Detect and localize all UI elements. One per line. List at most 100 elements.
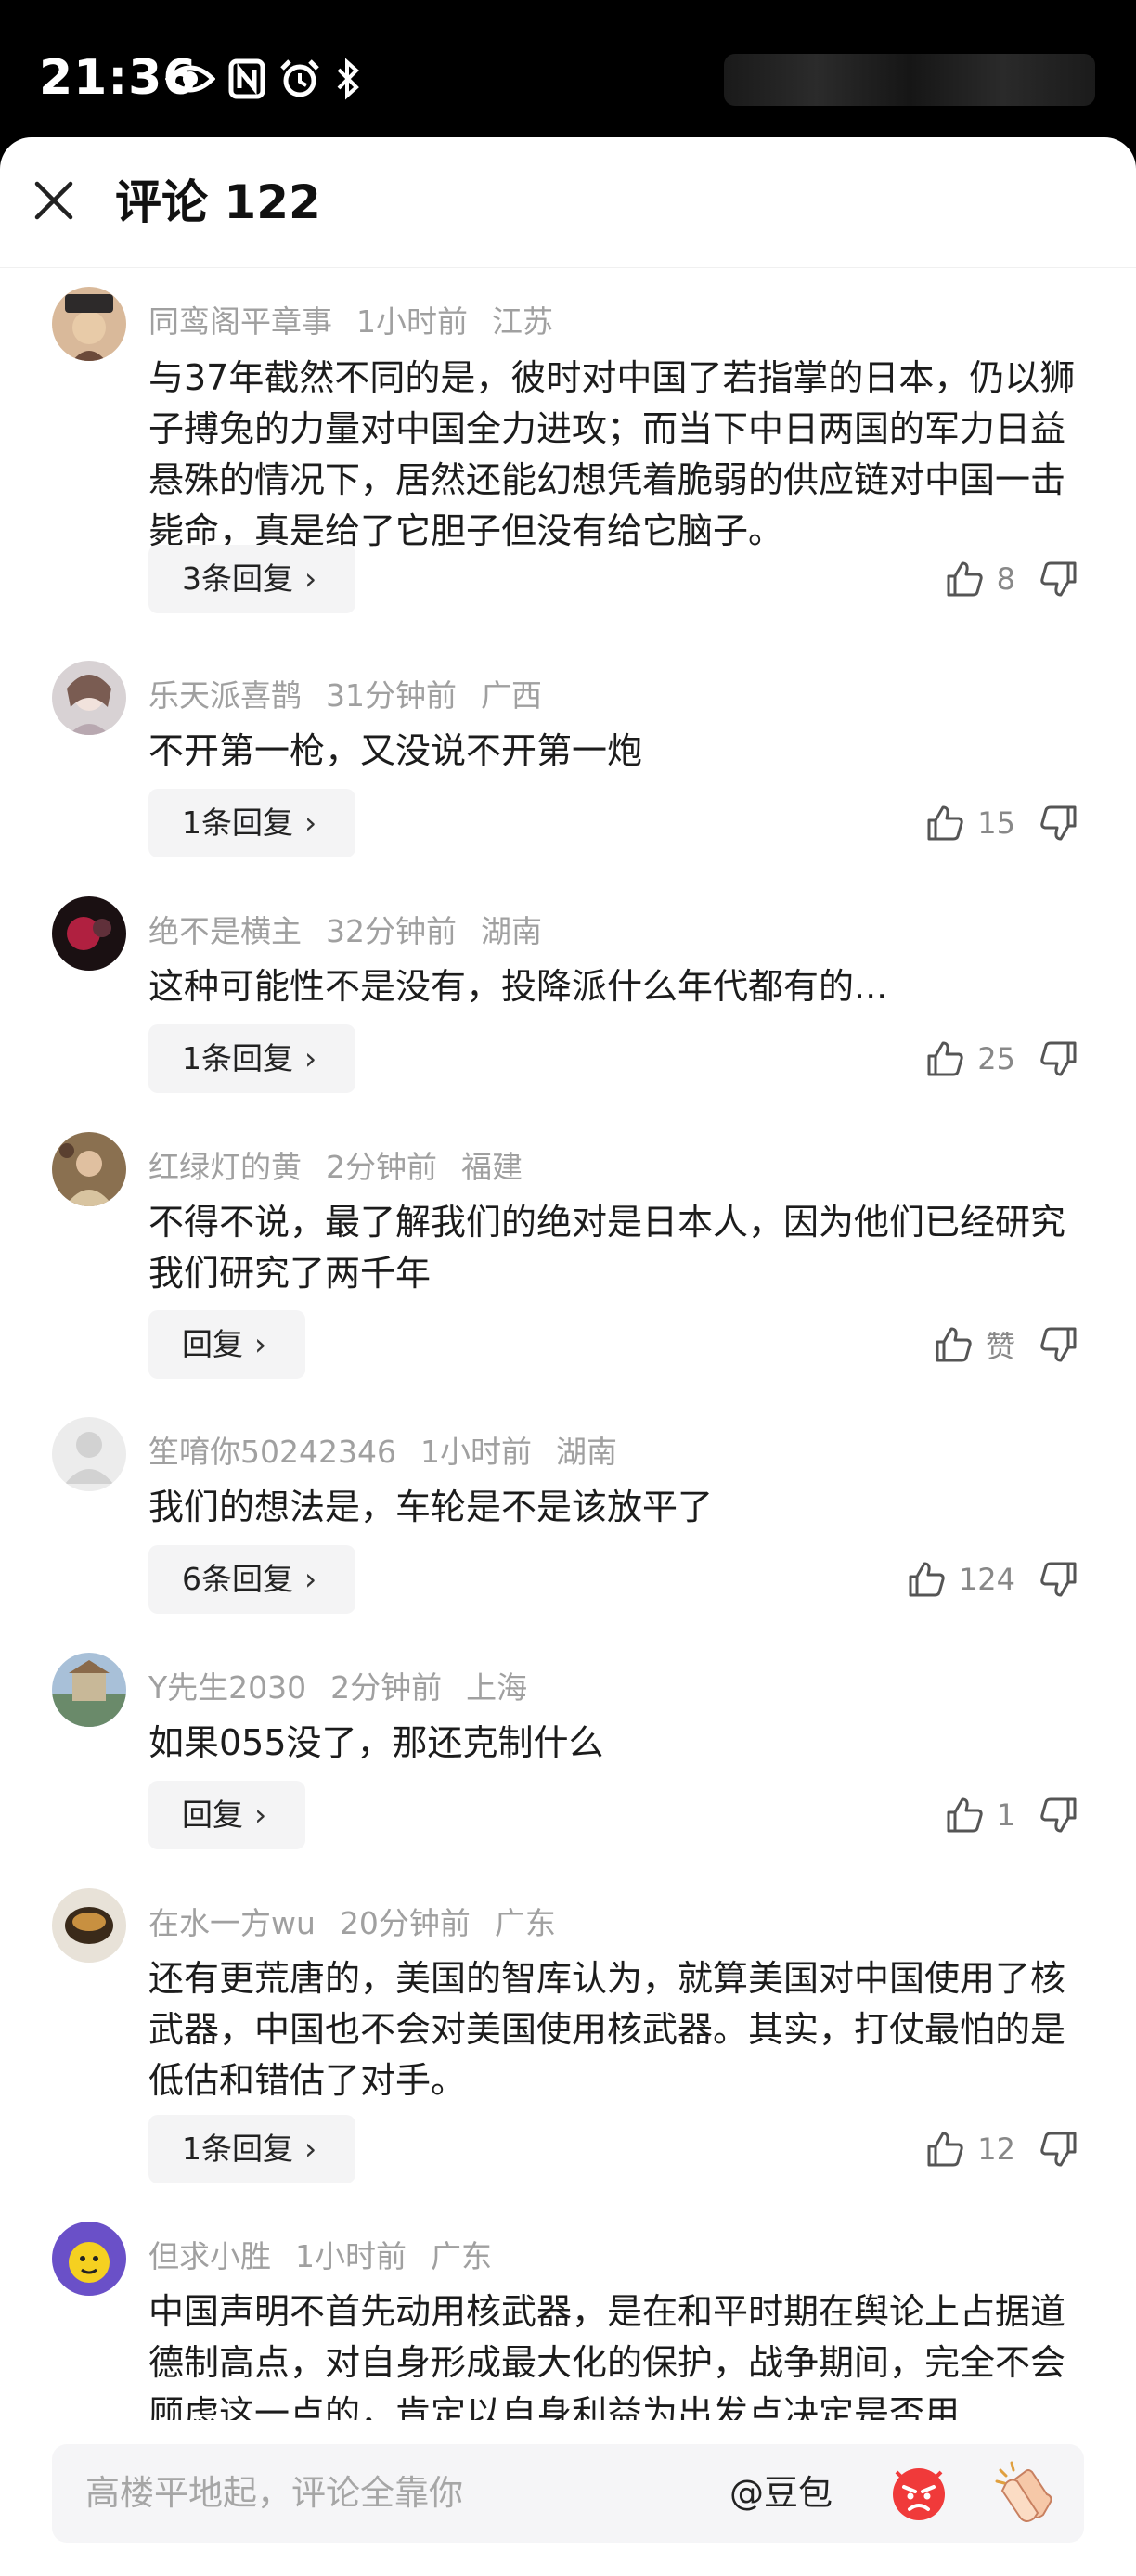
sheet-header: 评论 122	[0, 137, 1136, 268]
username[interactable]: 笙唷你50242346	[148, 1434, 396, 1470]
comment-item: 绝不是横主 32分钟前 湖南 这种可能性不是没有，投降派什么年代都有的... 1条回…	[0, 887, 1136, 1123]
comment-time: 20分钟前	[339, 1905, 471, 1941]
dislike-button[interactable]	[1039, 1545, 1078, 1614]
comment-text[interactable]: 与37年截然不同的是，彼时对中国了若指掌的日本，仍以狮子搏兔的力量对中国全力进攻…	[148, 353, 1086, 557]
chevron-right-icon: ›	[304, 805, 317, 841]
comment-meta: 同鸾阁平章事 1小时前 江苏	[148, 302, 577, 342]
like-count: 1	[996, 1797, 1015, 1833]
reply-button[interactable]: 回复 ›	[148, 1781, 306, 1849]
reply-label: 回复	[182, 1326, 243, 1362]
thumbs-down-icon	[1040, 1797, 1077, 1833]
dislike-button[interactable]	[1039, 2115, 1078, 2183]
avatar[interactable]	[52, 896, 126, 971]
clapping-hands-emoji-icon[interactable]	[993, 2459, 1060, 2526]
comment-location: 广东	[431, 2238, 492, 2274]
comment-input-placeholder[interactable]: 高楼平地起，评论全靠你	[85, 2468, 463, 2518]
dislike-button[interactable]	[1039, 1781, 1078, 1849]
thumbs-up-icon	[927, 805, 963, 841]
dislike-button[interactable]	[1039, 545, 1078, 613]
thumbs-down-icon	[1040, 1041, 1077, 1076]
username[interactable]: 同鸾阁平章事	[148, 303, 332, 340]
reply-button[interactable]: 回复 ›	[148, 1310, 306, 1379]
thumbs-up-icon	[909, 1562, 945, 1597]
comment-location: 湖南	[555, 1434, 617, 1470]
comment-time: 31分钟前	[326, 677, 457, 714]
thumbs-up-icon	[936, 1327, 972, 1362]
like-count: 124	[958, 1562, 1015, 1597]
comment-text[interactable]: 如果055没了，那还克制什么	[148, 1718, 1086, 1769]
thumbs-up-icon	[947, 1797, 983, 1833]
comment-meta: 绝不是横主 32分钟前 湖南	[148, 911, 566, 952]
comment-time: 32分钟前	[326, 913, 457, 949]
username[interactable]: 在水一方wu	[148, 1905, 316, 1941]
chevron-right-icon: ›	[254, 1326, 267, 1362]
page-title: 评论 122	[115, 175, 321, 229]
avatar[interactable]	[52, 1653, 126, 1727]
thumbs-up-icon	[947, 561, 983, 597]
view-replies-button[interactable]: 6条回复 ›	[148, 1545, 356, 1614]
comment-location: 江苏	[492, 303, 553, 340]
thumbs-down-icon	[1040, 2132, 1077, 2167]
like-button[interactable]: 12	[925, 2115, 1015, 2183]
like-button[interactable]: 15	[925, 789, 1015, 857]
like-button[interactable]: 1	[945, 1781, 1015, 1849]
comment-location: 广东	[494, 1905, 556, 1941]
view-replies-button[interactable]: 1条回复 ›	[148, 2115, 356, 2183]
thumbs-down-icon	[1040, 1562, 1077, 1597]
comment-meta: 乐天派喜鹊 31分钟前 广西	[148, 676, 566, 716]
username[interactable]: Y先生2030	[148, 1669, 306, 1706]
comment-text[interactable]: 这种可能性不是没有，投降派什么年代都有的...	[148, 961, 1086, 1012]
chevron-right-icon: ›	[304, 1040, 317, 1076]
mention-button[interactable]: @豆包	[729, 2468, 833, 2518]
view-replies-button[interactable]: 1条回复 ›	[148, 1024, 356, 1093]
avatar[interactable]	[52, 1888, 126, 1963]
alarm-icon	[280, 59, 319, 97]
chevron-right-icon: ›	[304, 560, 317, 597]
chevron-right-icon: ›	[304, 2131, 317, 2167]
username[interactable]: 乐天派喜鹊	[148, 677, 302, 714]
bluetooth-icon	[337, 58, 359, 100]
comment-input-bar[interactable]: 高楼平地起，评论全靠你 @豆包	[52, 2444, 1084, 2543]
like-button[interactable]: 赞	[934, 1310, 1015, 1379]
dislike-button[interactable]	[1039, 789, 1078, 857]
status-bar: 21:36	[0, 0, 1136, 139]
close-button[interactable]	[28, 174, 80, 226]
like-button[interactable]: 8	[945, 545, 1015, 613]
comment-location: 湖南	[481, 913, 542, 949]
view-replies-button[interactable]: 1条回复 ›	[148, 789, 356, 857]
thumbs-down-icon	[1040, 1327, 1077, 1362]
comment-text[interactable]: 还有更荒唐的，美国的智库认为，就算美国对中国使用了核武器，中国也不会对美国使用核…	[148, 1953, 1086, 2106]
reply-label: 1条回复	[182, 1040, 293, 1076]
view-replies-button[interactable]: 3条回复 ›	[148, 545, 356, 613]
comment-text[interactable]: 我们的想法是，车轮是不是该放平了	[148, 1482, 1086, 1533]
close-icon	[34, 181, 73, 220]
comment-location: 广西	[481, 677, 542, 714]
comment-meta: 笙唷你50242346 1小时前 湖南	[148, 1432, 641, 1473]
avatar[interactable]	[52, 287, 126, 361]
comment-meta: 但求小胜 1小时前 广东	[148, 2236, 516, 2277]
like-count: 8	[996, 561, 1015, 597]
comment-list[interactable]: 同鸾阁平章事 1小时前 江苏 与37年截然不同的是，彼时对中国了若指掌的日本，仍以狮…	[0, 268, 1136, 2491]
comment-item: 在水一方wu 20分钟前 广东 还有更荒唐的，美国的智库认为，就算美国对中国使用了核…	[0, 1879, 1136, 2212]
like-button[interactable]: 25	[925, 1024, 1015, 1093]
comment-text[interactable]: 不开第一枪，又没说不开第一炮	[148, 726, 1086, 777]
comment-meta: Y先生2030 2分钟前 上海	[148, 1668, 551, 1708]
avatar[interactable]	[52, 1417, 126, 1491]
thumbs-up-icon	[927, 2132, 963, 2167]
dislike-button[interactable]	[1039, 1024, 1078, 1093]
comment-text[interactable]: 不得不说，最了解我们的绝对是日本人，因为他们已经研究我们研究了两千年	[148, 1197, 1086, 1299]
avatar[interactable]	[52, 1132, 126, 1206]
comment-meta: 红绿灯的黄 2分钟前 福建	[148, 1147, 547, 1188]
reply-label: 1条回复	[182, 2131, 293, 2167]
like-button[interactable]: 124	[907, 1545, 1015, 1614]
username[interactable]: 绝不是横主	[148, 913, 302, 949]
avatar[interactable]	[52, 2222, 126, 2296]
username[interactable]: 但求小胜	[148, 2238, 271, 2274]
comment-text[interactable]: 中国声明不首先动用核武器，是在和平时期在舆论上占据道德制高点，对自身形成最大化的…	[148, 2286, 1086, 2440]
blurred-status-area	[724, 54, 1095, 106]
dislike-button[interactable]	[1039, 1310, 1078, 1379]
comment-time: 2分钟前	[326, 1149, 437, 1185]
avatar[interactable]	[52, 661, 126, 735]
username[interactable]: 红绿灯的黄	[148, 1149, 302, 1185]
angry-face-emoji-icon[interactable]	[887, 2461, 950, 2524]
